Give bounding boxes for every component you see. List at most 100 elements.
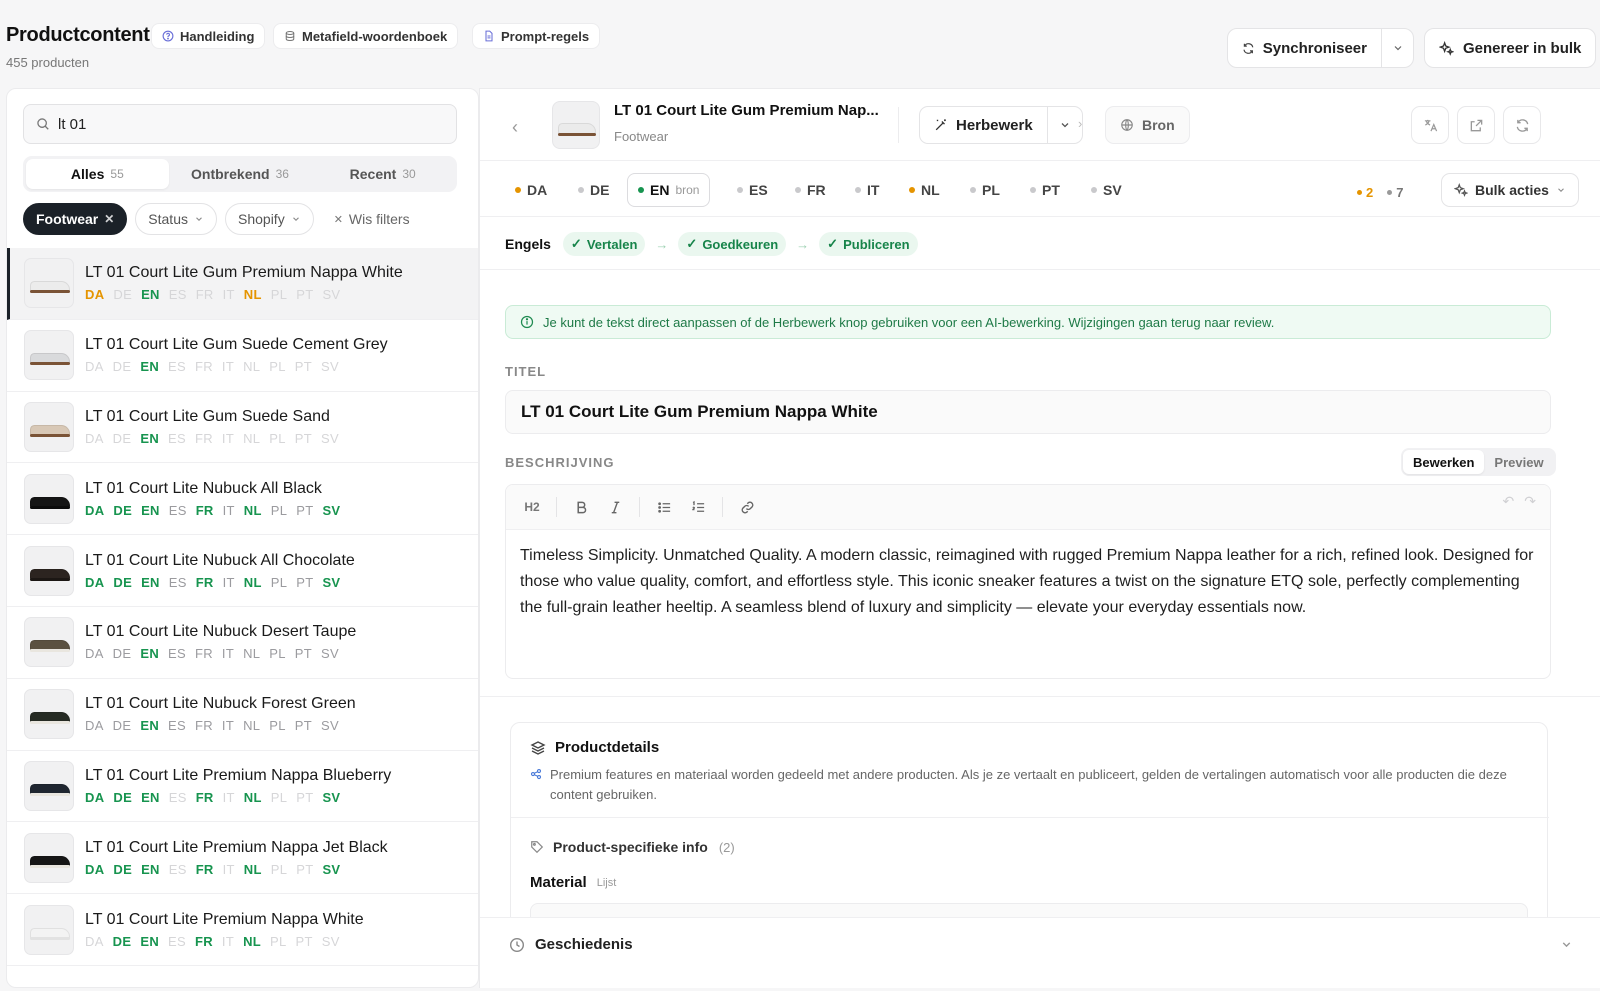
bold-button[interactable] <box>567 493 595 521</box>
bold-icon <box>576 501 586 513</box>
language-tab-pl[interactable]: PL <box>960 173 1010 207</box>
sync-options-toggle[interactable] <box>1382 42 1413 54</box>
language-tab-sv[interactable]: SV <box>1081 173 1132 207</box>
product-list-item[interactable]: LT 01 Court Lite Premium Nappa Jet Black… <box>7 822 478 895</box>
edit-preview-toggle: Bewerken Preview <box>1401 448 1556 476</box>
tab-recent-label: Recent <box>349 166 397 182</box>
language-tab-it[interactable]: IT <box>845 173 889 207</box>
source-button[interactable]: Bron <box>1105 106 1190 144</box>
translation-status: DA DE EN ES FR IT NL PL PT SV <box>85 790 391 805</box>
language-tab-fr[interactable]: FR <box>785 173 836 207</box>
step-publish[interactable]: ✓ Publiceren <box>819 232 918 256</box>
check-icon: ✓ <box>827 236 839 251</box>
language-status-code: FR <box>195 789 214 805</box>
language-status-code: PT <box>294 646 313 662</box>
language-status-code: EN <box>141 861 160 877</box>
clear-filters-button[interactable]: ✕ Wis filters <box>322 203 422 235</box>
redo-icon[interactable]: ↷ <box>1524 493 1536 510</box>
language-tab-label: EN <box>650 182 670 198</box>
product-list-item[interactable]: LT 01 Court Lite Premium Nappa Blueberry… <box>7 751 478 823</box>
product-list-item[interactable]: LT 01 Court Lite Nubuck Desert Taupe DA DE… <box>7 607 478 679</box>
language-status-code: PL <box>270 502 288 518</box>
link-button[interactable] <box>733 493 761 521</box>
language-tab-da[interactable]: DA <box>505 173 557 207</box>
sparkles-icon <box>1439 40 1454 56</box>
product-list-item-title: LT 01 Court Lite Nubuck Forest Green <box>85 695 356 713</box>
product-list-item-title: LT 01 Court Lite Premium Nappa Blueberry <box>85 766 392 784</box>
step-publish-label: Publiceren <box>843 236 910 252</box>
language-tab-de[interactable]: DE <box>568 173 619 207</box>
preview-mode-button[interactable]: Preview <box>1484 450 1553 474</box>
language-tab-en[interactable]: EN bron <box>627 173 711 207</box>
rework-options-toggle[interactable] <box>1048 107 1082 143</box>
bullet-list-button[interactable] <box>650 493 678 521</box>
step-approve[interactable]: ✓ Goedkeuren <box>678 232 787 256</box>
product-list-item[interactable]: LT 01 Court Lite Gum Suede Cement Grey DA… <box>7 320 478 392</box>
search-input[interactable] <box>58 115 438 133</box>
sparkles-icon <box>1454 183 1468 197</box>
active-filter-chip[interactable]: Footwear ✕ <box>23 203 128 235</box>
prompt-rules-link[interactable]: Prompt-regels <box>472 23 601 49</box>
rework-button-group: Herbewerk <box>919 106 1083 144</box>
undo-icon[interactable]: ↶ <box>1503 493 1515 510</box>
language-tab-label: PL <box>982 182 1000 198</box>
language-status-code: PT <box>296 861 314 877</box>
manual-link[interactable]: Handleiding <box>151 23 266 49</box>
language-tab-label: DE <box>590 182 610 198</box>
shopify-filter-dropdown[interactable]: Shopify <box>225 203 314 235</box>
product-list-item[interactable]: LT 01 Court Lite Nubuck All Black DA DE EN E… <box>7 463 478 536</box>
product-title: LT 01 Court Lite Gum Premium Nap... <box>614 102 879 119</box>
product-list-item-text: LT 01 Court Lite Premium Nappa Jet Black… <box>85 839 388 877</box>
tab-missing[interactable]: Ontbrekend 36 <box>169 159 312 189</box>
help-circle-icon <box>162 30 174 42</box>
language-status-code: NL <box>243 718 261 734</box>
product-list-item-title: LT 01 Court Lite Gum Premium Nappa White <box>85 264 403 282</box>
tab-recent[interactable]: Recent 30 <box>311 159 454 189</box>
step-approve-label: Goedkeuren <box>702 236 779 252</box>
language-tab-label: PT <box>1042 182 1060 198</box>
metafield-dictionary-link[interactable]: Metafield-woordenboek <box>273 23 459 49</box>
material-field-label: Material Lijst <box>530 874 616 891</box>
language-status-code: PL <box>270 287 288 303</box>
language-status-code: PT <box>296 502 314 518</box>
language-status-code: EN <box>141 287 160 303</box>
italic-button[interactable] <box>601 493 629 521</box>
product-list-item[interactable]: LT 01 Court Lite Gum Suede Sand DA DE EN ES F… <box>7 392 478 464</box>
language-status-code: DE <box>113 861 133 877</box>
product-list-item-title: LT 01 Court Lite Premium Nappa Jet Black <box>85 838 388 856</box>
language-tab-pt[interactable]: PT <box>1020 173 1070 207</box>
edit-mode-button[interactable]: Bewerken <box>1403 450 1485 474</box>
status-filter-dropdown[interactable]: Status <box>135 203 217 235</box>
refresh-button[interactable] <box>1503 106 1541 144</box>
product-list-item[interactable]: LT 01 Court Lite Premium Nappa White DA DE… <box>7 894 478 966</box>
open-external-button[interactable] <box>1457 106 1495 144</box>
language-tab-label: DA <box>527 182 548 198</box>
back-chevron-icon[interactable]: ‹ <box>512 117 518 138</box>
product-list-item[interactable]: LT 01 Court Lite Nubuck Forest Green DA DE… <box>7 679 478 751</box>
step-translate[interactable]: ✓ Vertalen <box>562 232 646 256</box>
title-field[interactable]: LT 01 Court Lite Gum Premium Nappa White <box>505 390 1551 434</box>
description-text[interactable]: Timeless Simplicity. Unmatched Quality. … <box>506 530 1550 634</box>
language-tab-nl[interactable]: NL <box>899 173 950 207</box>
language-status-code: PL <box>269 718 286 734</box>
translate-button[interactable] <box>1411 106 1449 144</box>
close-icon[interactable]: ✕ <box>104 212 114 226</box>
history-section[interactable]: Geschiedenis <box>480 917 1600 988</box>
bulk-generate-button[interactable]: Genereer in bulk <box>1424 28 1596 68</box>
language-status-code: FR <box>194 933 213 949</box>
language-tab-es[interactable]: ES <box>727 173 778 207</box>
status-dot <box>1091 187 1097 193</box>
rework-button[interactable]: Herbewerk <box>920 107 1048 143</box>
heading-button[interactable]: H2 <box>518 493 546 521</box>
external-link-icon <box>1470 119 1482 131</box>
arrow-right-icon: → <box>655 236 669 252</box>
bulk-actions-dropdown[interactable]: Bulk acties <box>1441 173 1579 207</box>
metafield-dictionary-label: Metafield-woordenboek <box>302 28 448 44</box>
tab-all[interactable]: Alles 55 <box>26 159 169 189</box>
product-list-item[interactable]: LT 01 Court Lite Gum Premium Nappa White… <box>7 248 478 320</box>
pending-count-value: 2 <box>1366 185 1374 200</box>
sync-button[interactable]: Synchroniseer <box>1228 29 1382 67</box>
numbered-list-button[interactable] <box>684 493 712 521</box>
title-label: TITEL <box>505 364 547 379</box>
product-list-item[interactable]: LT 01 Court Lite Nubuck All Chocolate DA D… <box>7 535 478 607</box>
